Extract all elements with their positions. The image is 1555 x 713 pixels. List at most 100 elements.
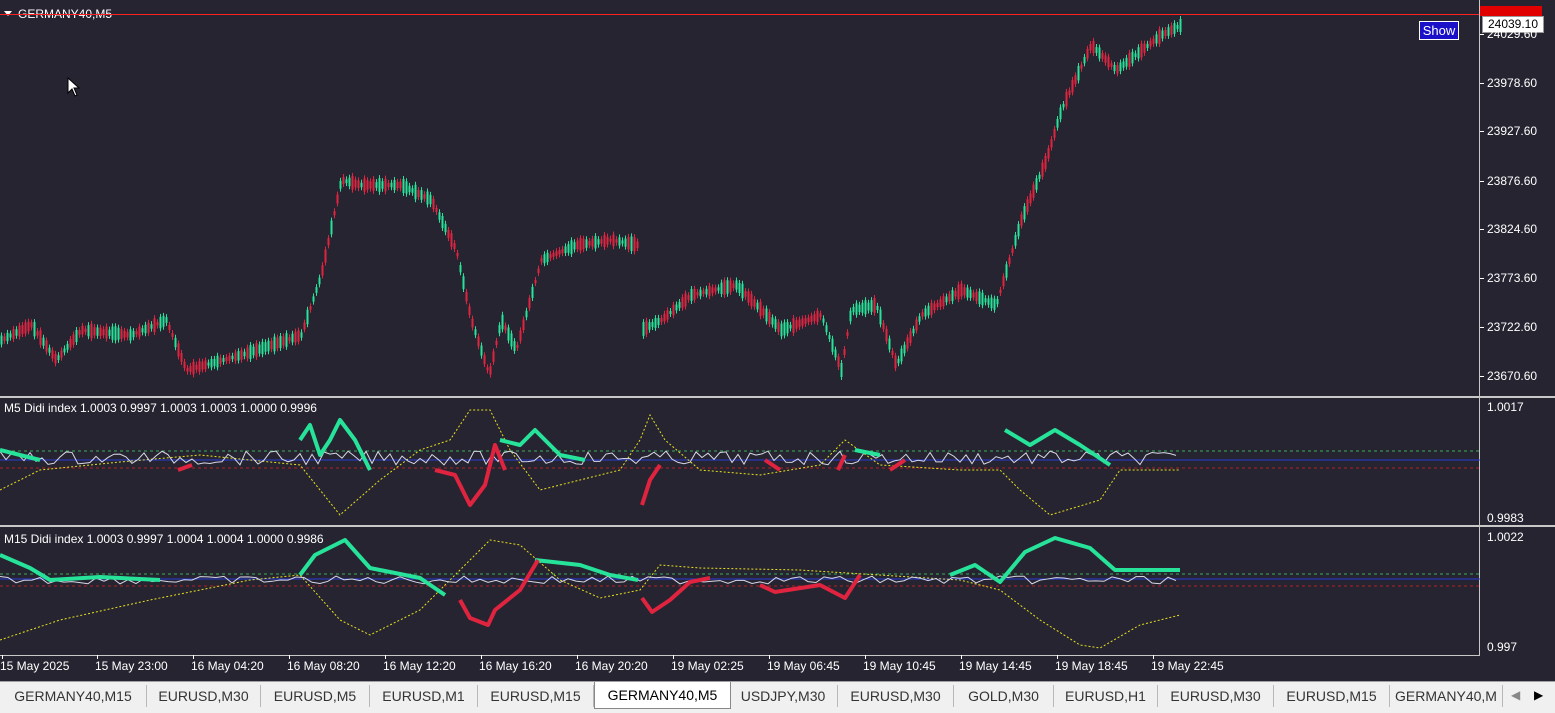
chart-tab[interactable]: EURUSD,M5 [261, 685, 370, 707]
candle [63, 348, 66, 353]
chart-tab[interactable]: GOLD,M30 [954, 685, 1054, 707]
candle [54, 353, 57, 364]
chart-tab[interactable]: GERMANY40,M [1390, 685, 1503, 707]
candle [1083, 56, 1086, 64]
candle [21, 325, 24, 334]
candle [1050, 139, 1053, 148]
bull-segment [0, 553, 161, 582]
candle [843, 349, 846, 355]
candle [777, 322, 780, 332]
candle [12, 328, 15, 340]
candle [438, 212, 441, 220]
candle [651, 321, 654, 328]
candle [732, 283, 735, 288]
bull-segment [499, 428, 586, 462]
candle [807, 317, 810, 323]
candle [372, 179, 375, 191]
chart-tab[interactable]: EURUSD,M30 [1158, 685, 1274, 707]
candle [60, 350, 63, 358]
candle [78, 330, 81, 335]
candle [90, 323, 93, 339]
candle [576, 240, 579, 250]
candle [306, 309, 309, 325]
candle [534, 280, 537, 284]
candle [390, 182, 393, 188]
candle [111, 326, 114, 340]
candle [867, 302, 870, 311]
candle [924, 308, 927, 317]
candle [195, 364, 198, 370]
candle [1008, 257, 1011, 265]
price-axis: 24039.10 [1480, 0, 1555, 396]
candle [435, 207, 438, 213]
time-axis-label: 16 May 08:20 [287, 659, 360, 673]
candle [921, 312, 924, 317]
candle [558, 250, 561, 255]
candle [723, 280, 726, 295]
chart-tab[interactable]: GERMANY40,M15 [0, 685, 147, 707]
candle [210, 358, 213, 368]
candle [51, 350, 54, 359]
chart-tab[interactable]: EURUSD,M30 [838, 685, 954, 707]
chart-tab[interactable]: EURUSD,H1 [1054, 685, 1158, 707]
candle [501, 314, 504, 330]
time-axis-tick [1057, 655, 1058, 659]
candle [33, 322, 36, 337]
scroll-left-icon[interactable]: ◀ [1511, 688, 1520, 702]
candle [918, 316, 921, 322]
candle [798, 319, 801, 328]
candle [825, 325, 828, 333]
candle [594, 236, 597, 249]
candle [774, 319, 777, 329]
chart-tab[interactable]: EURUSD,M30 [147, 685, 261, 707]
candle [936, 302, 939, 308]
candle [216, 355, 219, 368]
candle [330, 220, 333, 235]
candle [207, 362, 210, 366]
scroll-right-icon[interactable]: ▶ [1534, 688, 1543, 702]
candle [690, 289, 693, 301]
candle [255, 343, 258, 357]
chart-tab[interactable]: GERMANY40,M5 [594, 682, 731, 709]
candle [225, 357, 228, 362]
candle [852, 306, 855, 313]
candle [699, 289, 702, 297]
candle [159, 316, 162, 329]
candle [1095, 47, 1098, 53]
candle [1023, 206, 1026, 220]
candle [948, 293, 951, 302]
candle [483, 355, 486, 365]
candle [552, 252, 555, 257]
candle [1113, 64, 1116, 72]
candle [486, 367, 489, 371]
candle [312, 296, 315, 302]
candle [540, 258, 543, 262]
price-axis-tick [1480, 278, 1484, 279]
candle [45, 340, 48, 352]
time-axis-tick [865, 655, 866, 659]
candle [303, 322, 306, 330]
candle [1161, 30, 1164, 39]
candle [120, 329, 123, 339]
candle [960, 283, 963, 297]
candle [1041, 162, 1044, 177]
chart-tab[interactable]: EURUSD,M15 [1274, 685, 1390, 707]
chart-tab[interactable]: USDJPY,M30 [729, 685, 838, 707]
chart-tab[interactable]: EURUSD,M1 [370, 685, 478, 707]
candle [816, 310, 819, 323]
candle [81, 325, 84, 335]
candle [93, 327, 96, 336]
candle [996, 298, 999, 305]
candle [72, 334, 75, 345]
candle [126, 331, 129, 338]
candle [1167, 27, 1170, 36]
candle [840, 363, 843, 377]
candle [687, 295, 690, 300]
candle [537, 268, 540, 274]
candle [813, 314, 816, 322]
candle [873, 298, 876, 313]
candle [30, 322, 33, 328]
candle [705, 288, 708, 295]
candle [1101, 53, 1104, 59]
chart-tab[interactable]: EURUSD,M15 [478, 685, 594, 707]
